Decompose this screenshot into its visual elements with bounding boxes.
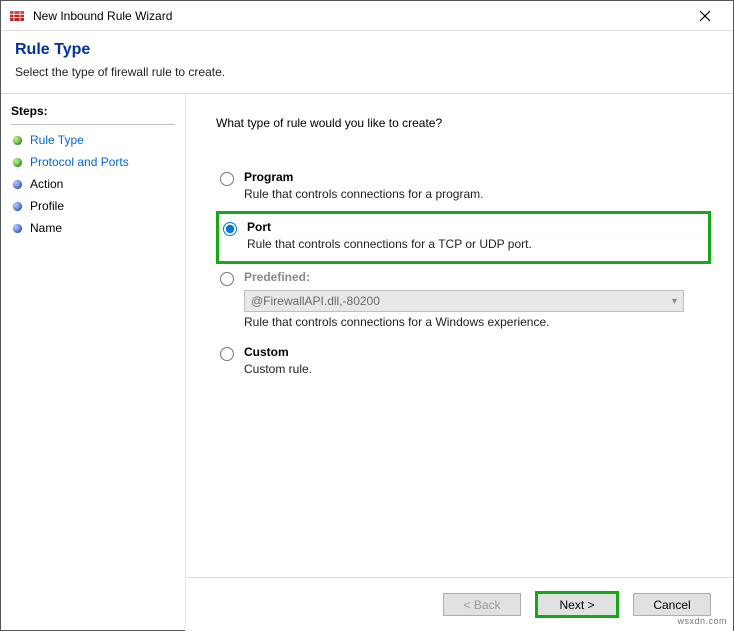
step-label: Protocol and Ports xyxy=(30,155,129,169)
close-button[interactable] xyxy=(685,2,725,30)
option-label: Custom xyxy=(244,345,707,359)
bullet-icon xyxy=(13,158,22,167)
wizard-footer: < Back Next > Cancel xyxy=(186,577,733,631)
radio-custom[interactable] xyxy=(220,347,234,361)
main-panel: What type of rule would you like to crea… xyxy=(186,94,733,631)
option-desc: Rule that controls connections for a TCP… xyxy=(247,237,704,251)
window-title: New Inbound Rule Wizard xyxy=(33,9,685,23)
option-program[interactable]: Program Rule that controls connections f… xyxy=(216,164,711,211)
option-label: Port xyxy=(247,220,704,234)
option-desc: Custom rule. xyxy=(244,362,707,376)
bullet-icon xyxy=(13,224,22,233)
radio-predefined[interactable] xyxy=(220,272,234,286)
step-action: Action xyxy=(11,173,175,195)
step-protocol-ports[interactable]: Protocol and Ports xyxy=(11,151,175,173)
option-body: Port Rule that controls connections for … xyxy=(247,220,704,251)
steps-heading: Steps: xyxy=(11,100,175,125)
titlebar: New Inbound Rule Wizard xyxy=(1,1,733,31)
steps-sidebar: Steps: Rule Type Protocol and Ports Acti… xyxy=(1,94,186,631)
step-profile: Profile xyxy=(11,195,175,217)
dropdown-value: @FirewallAPI.dll,-80200 xyxy=(251,294,380,308)
option-predefined[interactable]: Predefined: @FirewallAPI.dll,-80200 ▾ Ru… xyxy=(216,264,711,339)
option-label: Predefined: xyxy=(244,270,707,284)
radio-program[interactable] xyxy=(220,172,234,186)
step-label: Rule Type xyxy=(30,133,84,147)
option-body: Custom Custom rule. xyxy=(244,345,707,376)
wizard-body: Steps: Rule Type Protocol and Ports Acti… xyxy=(1,94,733,631)
close-icon xyxy=(699,10,711,22)
step-label: Name xyxy=(30,221,62,235)
option-custom[interactable]: Custom Custom rule. xyxy=(216,339,711,386)
bullet-icon xyxy=(13,202,22,211)
next-button[interactable]: Next > xyxy=(535,591,619,618)
option-label: Program xyxy=(244,170,707,184)
page-title: Rule Type xyxy=(15,41,719,59)
watermark: wsxdn.com xyxy=(677,616,727,626)
back-button: < Back xyxy=(443,593,521,616)
option-body: Predefined: @FirewallAPI.dll,-80200 ▾ Ru… xyxy=(244,270,707,329)
chevron-down-icon: ▾ xyxy=(672,296,677,307)
cancel-button[interactable]: Cancel xyxy=(633,593,711,616)
option-body: Program Rule that controls connections f… xyxy=(244,170,707,201)
step-label: Action xyxy=(30,177,63,191)
option-desc: Rule that controls connections for a Win… xyxy=(244,315,707,329)
option-desc: Rule that controls connections for a pro… xyxy=(244,187,707,201)
page-subtitle: Select the type of firewall rule to crea… xyxy=(15,65,719,79)
predefined-dropdown: @FirewallAPI.dll,-80200 ▾ xyxy=(244,290,684,312)
step-rule-type[interactable]: Rule Type xyxy=(11,129,175,151)
bullet-icon xyxy=(13,180,22,189)
wizard-header: Rule Type Select the type of firewall ru… xyxy=(1,31,733,94)
step-name: Name xyxy=(11,217,175,239)
bullet-icon xyxy=(13,136,22,145)
step-label: Profile xyxy=(30,199,64,213)
rule-type-prompt: What type of rule would you like to crea… xyxy=(216,116,711,130)
option-port[interactable]: Port Rule that controls connections for … xyxy=(216,211,711,264)
radio-port[interactable] xyxy=(223,222,237,236)
firewall-app-icon xyxy=(9,8,25,24)
